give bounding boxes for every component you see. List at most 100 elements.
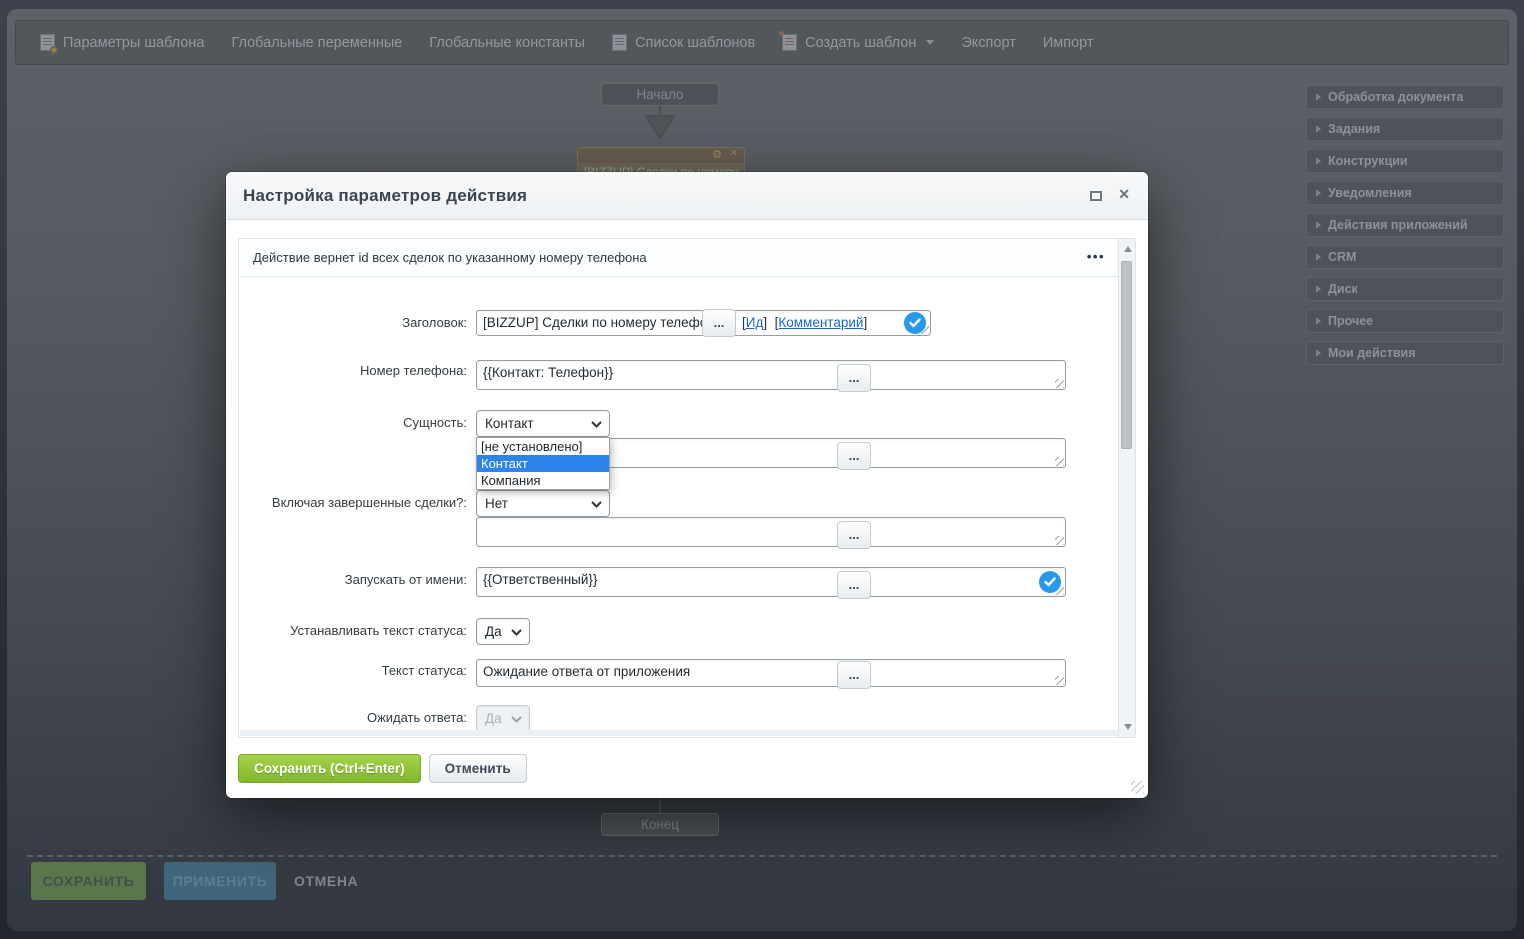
dropdown-option-company[interactable]: Компания — [477, 472, 609, 489]
caret-down-icon — [926, 40, 934, 45]
set-status-select[interactable]: Да — [476, 618, 530, 645]
maximize-icon[interactable] — [1090, 191, 1102, 201]
sidebar-item-crm[interactable]: CRM — [1306, 245, 1504, 269]
include-closed-label: Включая завершенные сделки?: — [239, 495, 467, 510]
chevron-right-icon — [1316, 93, 1321, 101]
toolbar-item-global-variables[interactable]: Глобальные переменные — [231, 35, 402, 51]
entity-dropdown-list: [не установлено] Контакт Компания — [476, 437, 610, 490]
dialog-form-panel: Действие вернет id всех сделок по указан… — [238, 238, 1136, 738]
page-save-button[interactable]: СОХРАНИТЬ — [31, 862, 146, 900]
run-as-dots-button[interactable]: ... — [837, 571, 871, 599]
closed-expression-dots-button[interactable]: ... — [837, 521, 871, 549]
canvas-boundary-dashed-line — [27, 855, 1497, 857]
scroll-up-icon[interactable] — [1124, 246, 1132, 252]
sidebar-item-document-processing[interactable]: Обработка документа — [1306, 85, 1504, 109]
toolbar-item-export[interactable]: Экспорт — [961, 35, 1015, 51]
toolbar-item-template-params[interactable]: Параметры шаблона — [40, 34, 204, 51]
actions-sidebar: Обработка документа Задания Конструкции … — [1306, 85, 1504, 365]
title-dots-button[interactable]: ... — [702, 309, 736, 337]
wait-reply-select: Да — [476, 705, 530, 732]
sidebar-item-label: Действия приложений — [1328, 218, 1468, 232]
toolbar-item-label: Экспорт — [961, 35, 1015, 51]
scrollbar-thumb[interactable] — [1121, 261, 1132, 449]
flow-end-node[interactable]: Конец — [601, 813, 719, 836]
closed-expression-input[interactable] — [476, 517, 1066, 547]
create-template-icon — [782, 34, 797, 51]
status-text-dots-button[interactable]: ... — [837, 661, 871, 689]
insert-links: [Ид] [Комментарий] — [742, 315, 867, 330]
toolbar-item-label: Импорт — [1043, 35, 1094, 51]
chevron-down-icon — [591, 421, 602, 428]
flow-end-label: Конец — [641, 817, 679, 832]
panel-bottom-band — [240, 730, 1118, 736]
page-cancel-button[interactable]: ОТМЕНА — [294, 873, 358, 889]
action-description: Действие вернет id всех сделок по указан… — [253, 250, 647, 265]
form-row-title: Заголовок: [BIZZUP] Сделки по номеру тел… — [239, 310, 1118, 342]
template-list-icon — [612, 34, 627, 51]
sidebar-item-other[interactable]: Прочее — [1306, 309, 1504, 333]
activity-settings-icon[interactable]: ⚙ — [712, 148, 722, 161]
sidebar-item-tasks[interactable]: Задания — [1306, 117, 1504, 141]
sidebar-item-label: CRM — [1328, 250, 1356, 264]
sidebar-item-label: Обработка документа — [1328, 90, 1463, 104]
entity-select[interactable]: Контакт — [476, 410, 610, 437]
sidebar-item-label: Задания — [1328, 122, 1380, 136]
sidebar-item-label: Прочее — [1328, 314, 1373, 328]
sidebar-item-constructions[interactable]: Конструкции — [1306, 149, 1504, 173]
scroll-down-icon[interactable] — [1124, 724, 1132, 730]
sidebar-item-my-actions[interactable]: Мои действия — [1306, 341, 1504, 365]
toolbar-item-template-list[interactable]: Список шаблонов — [612, 34, 755, 51]
dialog-title: Настройка параметров действия — [243, 186, 527, 206]
more-menu-icon[interactable]: ••• — [1087, 249, 1105, 264]
activity-delete-icon[interactable]: ✕ — [730, 148, 738, 159]
title-label: Заголовок: — [239, 315, 467, 330]
id-link[interactable]: Ид — [746, 315, 764, 330]
toolbar-item-label: Создать шаблон — [805, 35, 916, 51]
set-status-select-value: Да — [485, 624, 502, 639]
valid-check-icon — [904, 312, 926, 334]
toolbar-item-label: Список шаблонов — [635, 35, 755, 51]
action-settings-dialog: Настройка параметров действия ✕ Действие… — [226, 172, 1148, 798]
toolbar-item-label: Глобальные константы — [429, 35, 585, 51]
dropdown-option-not-set[interactable]: [не установлено] — [477, 438, 609, 455]
phone-dots-button[interactable]: ... — [837, 364, 871, 392]
comment-link[interactable]: Комментарий — [778, 315, 863, 330]
phone-input[interactable]: {{Контакт: Телефон}} — [476, 360, 1066, 390]
status-text-input[interactable]: Ожидание ответа от приложения — [476, 659, 1066, 687]
wait-reply-select-value: Да — [485, 711, 502, 726]
chevron-right-icon — [1316, 253, 1321, 261]
include-closed-select-value: Нет — [485, 496, 508, 511]
dropdown-option-contact[interactable]: Контакт — [477, 455, 609, 472]
dialog-resize-handle[interactable] — [1131, 781, 1144, 794]
sidebar-item-app-actions[interactable]: Действия приложений — [1306, 213, 1504, 237]
toolbar-item-create-template[interactable]: Создать шаблон — [782, 34, 934, 51]
close-icon[interactable]: ✕ — [1118, 186, 1130, 203]
dialog-cancel-button[interactable]: Отменить — [429, 754, 527, 783]
dialog-scrollbar[interactable] — [1118, 239, 1135, 737]
form-row-phone: Номер телефона: {{Контакт: Телефон}} ... — [239, 360, 1118, 394]
sidebar-item-notifications[interactable]: Уведомления — [1306, 181, 1504, 205]
entity-expression-dots-button[interactable]: ... — [837, 442, 871, 470]
flow-start-label: Начало — [636, 87, 683, 102]
chevron-right-icon — [1316, 285, 1321, 293]
toolbar-item-global-constants[interactable]: Глобальные константы — [429, 35, 585, 51]
action-description-row: Действие вернет id всех сделок по указан… — [240, 239, 1118, 277]
flow-activity-header: ⚙ ✕ — [578, 148, 744, 163]
template-params-icon — [40, 34, 55, 51]
toolbar-item-label: Параметры шаблона — [63, 35, 204, 51]
dialog-titlebar[interactable]: Настройка параметров действия ✕ — [226, 172, 1148, 220]
flow-start-node[interactable]: Начало — [601, 83, 719, 106]
sidebar-item-label: Мои действия — [1328, 346, 1416, 360]
toolbar-item-label: Глобальные переменные — [231, 35, 402, 51]
form-row-set-status: Устанавливать текст статуса: Да — [239, 618, 1118, 647]
toolbar-item-import[interactable]: Импорт — [1043, 35, 1094, 51]
sidebar-item-label: Уведомления — [1328, 186, 1412, 200]
run-as-input[interactable]: {{Ответственный}} — [476, 567, 1066, 597]
sidebar-item-disk[interactable]: Диск — [1306, 277, 1504, 301]
include-closed-select[interactable]: Нет — [476, 490, 610, 517]
chevron-down-icon — [511, 716, 522, 723]
chevron-right-icon — [1316, 317, 1321, 325]
page-apply-button[interactable]: ПРИМЕНИТЬ — [164, 862, 276, 900]
dialog-save-button[interactable]: Сохранить (Ctrl+Enter) — [238, 754, 421, 783]
wait-reply-label: Ожидать ответа: — [239, 710, 467, 725]
